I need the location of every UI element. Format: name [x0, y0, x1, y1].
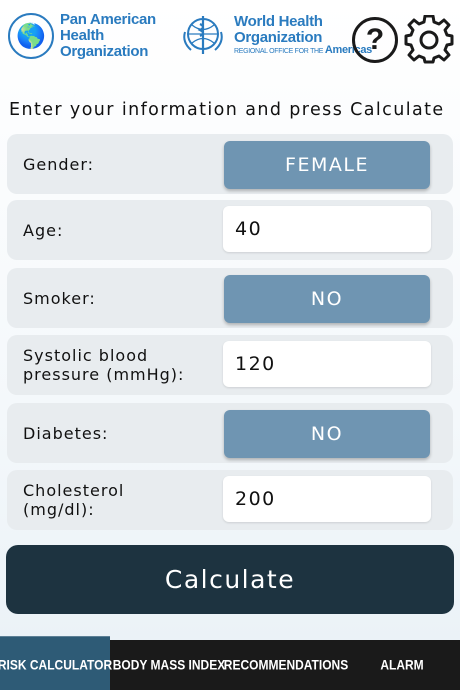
diabetes-label: Diabetes:: [23, 423, 109, 443]
who-emblem-icon: [178, 12, 228, 58]
systolic-row: Systolic blood pressure (mmHg): 120: [7, 335, 453, 395]
settings-button[interactable]: [404, 14, 454, 65]
who-logo-text: World Health Organization REGIONAL OFFIC…: [234, 13, 372, 56]
tab-bar: RISK CALCULATOR BODY MASS INDEX RECOMMEN…: [0, 636, 460, 690]
gender-toggle[interactable]: FEMALE: [224, 141, 430, 189]
gender-row: Gender: FEMALE: [7, 134, 453, 194]
help-button[interactable]: ?: [352, 17, 398, 63]
app-header: 🌎 Pan American Health Organization World…: [0, 0, 460, 84]
who-emblem-icon: [183, 16, 223, 54]
paho-logo-text: Pan American Health Organization: [60, 11, 156, 60]
smoker-row: Smoker: NO: [7, 268, 453, 328]
age-label: Age:: [23, 220, 64, 240]
smoker-label: Smoker:: [23, 288, 96, 308]
instructions-text: Enter your information and press Calcula…: [9, 100, 445, 120]
tab-recommendations[interactable]: RECOMMENDATIONS: [224, 636, 348, 690]
paho-logo: 🌎 Pan American Health Organization: [8, 12, 156, 60]
calculate-button[interactable]: Calculate: [6, 545, 454, 614]
help-icon: ?: [365, 23, 385, 56]
diabetes-toggle[interactable]: NO: [224, 410, 430, 458]
systolic-label: Systolic blood pressure (mmHg):: [23, 346, 185, 384]
tab-risk-calculator[interactable]: RISK CALCULATOR: [0, 636, 112, 690]
diabetes-row: Diabetes: NO: [7, 403, 453, 463]
globe-icon: 🌎: [8, 13, 54, 59]
cholesterol-row: Cholesterol (mg/dl): 200: [7, 470, 453, 530]
cholesterol-input[interactable]: 200: [223, 476, 431, 522]
gear-icon: [404, 14, 454, 64]
age-input[interactable]: 40: [223, 206, 431, 252]
tab-body-mass-index[interactable]: BODY MASS INDEX: [110, 636, 228, 690]
smoker-toggle[interactable]: NO: [224, 275, 430, 323]
gender-label: Gender:: [23, 154, 95, 174]
tab-alarm[interactable]: ALARM: [344, 636, 460, 690]
systolic-input[interactable]: 120: [223, 341, 431, 387]
age-row: Age: 40: [7, 200, 453, 260]
who-logo: World Health Organization REGIONAL OFFIC…: [178, 12, 372, 58]
cholesterol-label: Cholesterol (mg/dl):: [23, 481, 125, 519]
